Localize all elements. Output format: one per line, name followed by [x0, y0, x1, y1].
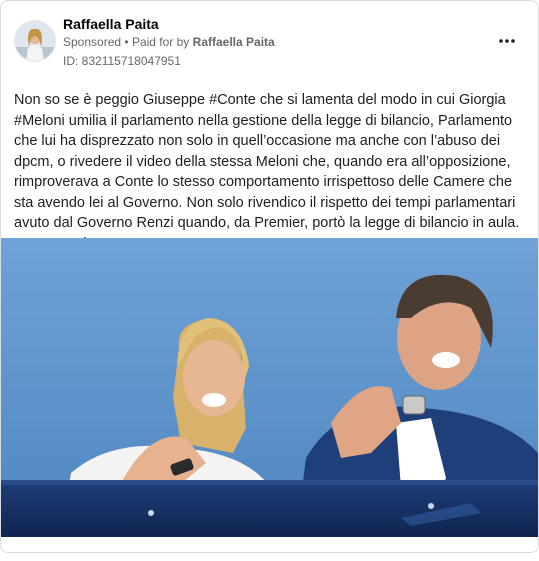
post-text: Non so se è peggio Giuseppe #Conte che s…	[14, 92, 520, 252]
more-horizontal-icon	[499, 39, 515, 43]
post-photo	[1, 238, 538, 537]
ad-card: Raffaella Paita Sponsored • Paid for by …	[0, 0, 539, 553]
author-avatar[interactable]	[14, 20, 56, 62]
payer-name[interactable]: Raffaella Paita	[193, 35, 275, 49]
sponsored-meta: Sponsored • Paid for by Raffaella Paita	[63, 35, 275, 49]
meta-separator: •	[124, 35, 129, 49]
more-options-button[interactable]	[495, 31, 519, 51]
ad-id: ID: 832115718047951	[63, 54, 181, 68]
paid-for-label: Paid for by	[131, 35, 190, 49]
sponsored-label: Sponsored	[63, 35, 122, 49]
post-image[interactable]	[1, 238, 538, 537]
author-name[interactable]: Raffaella Paita	[63, 16, 159, 32]
